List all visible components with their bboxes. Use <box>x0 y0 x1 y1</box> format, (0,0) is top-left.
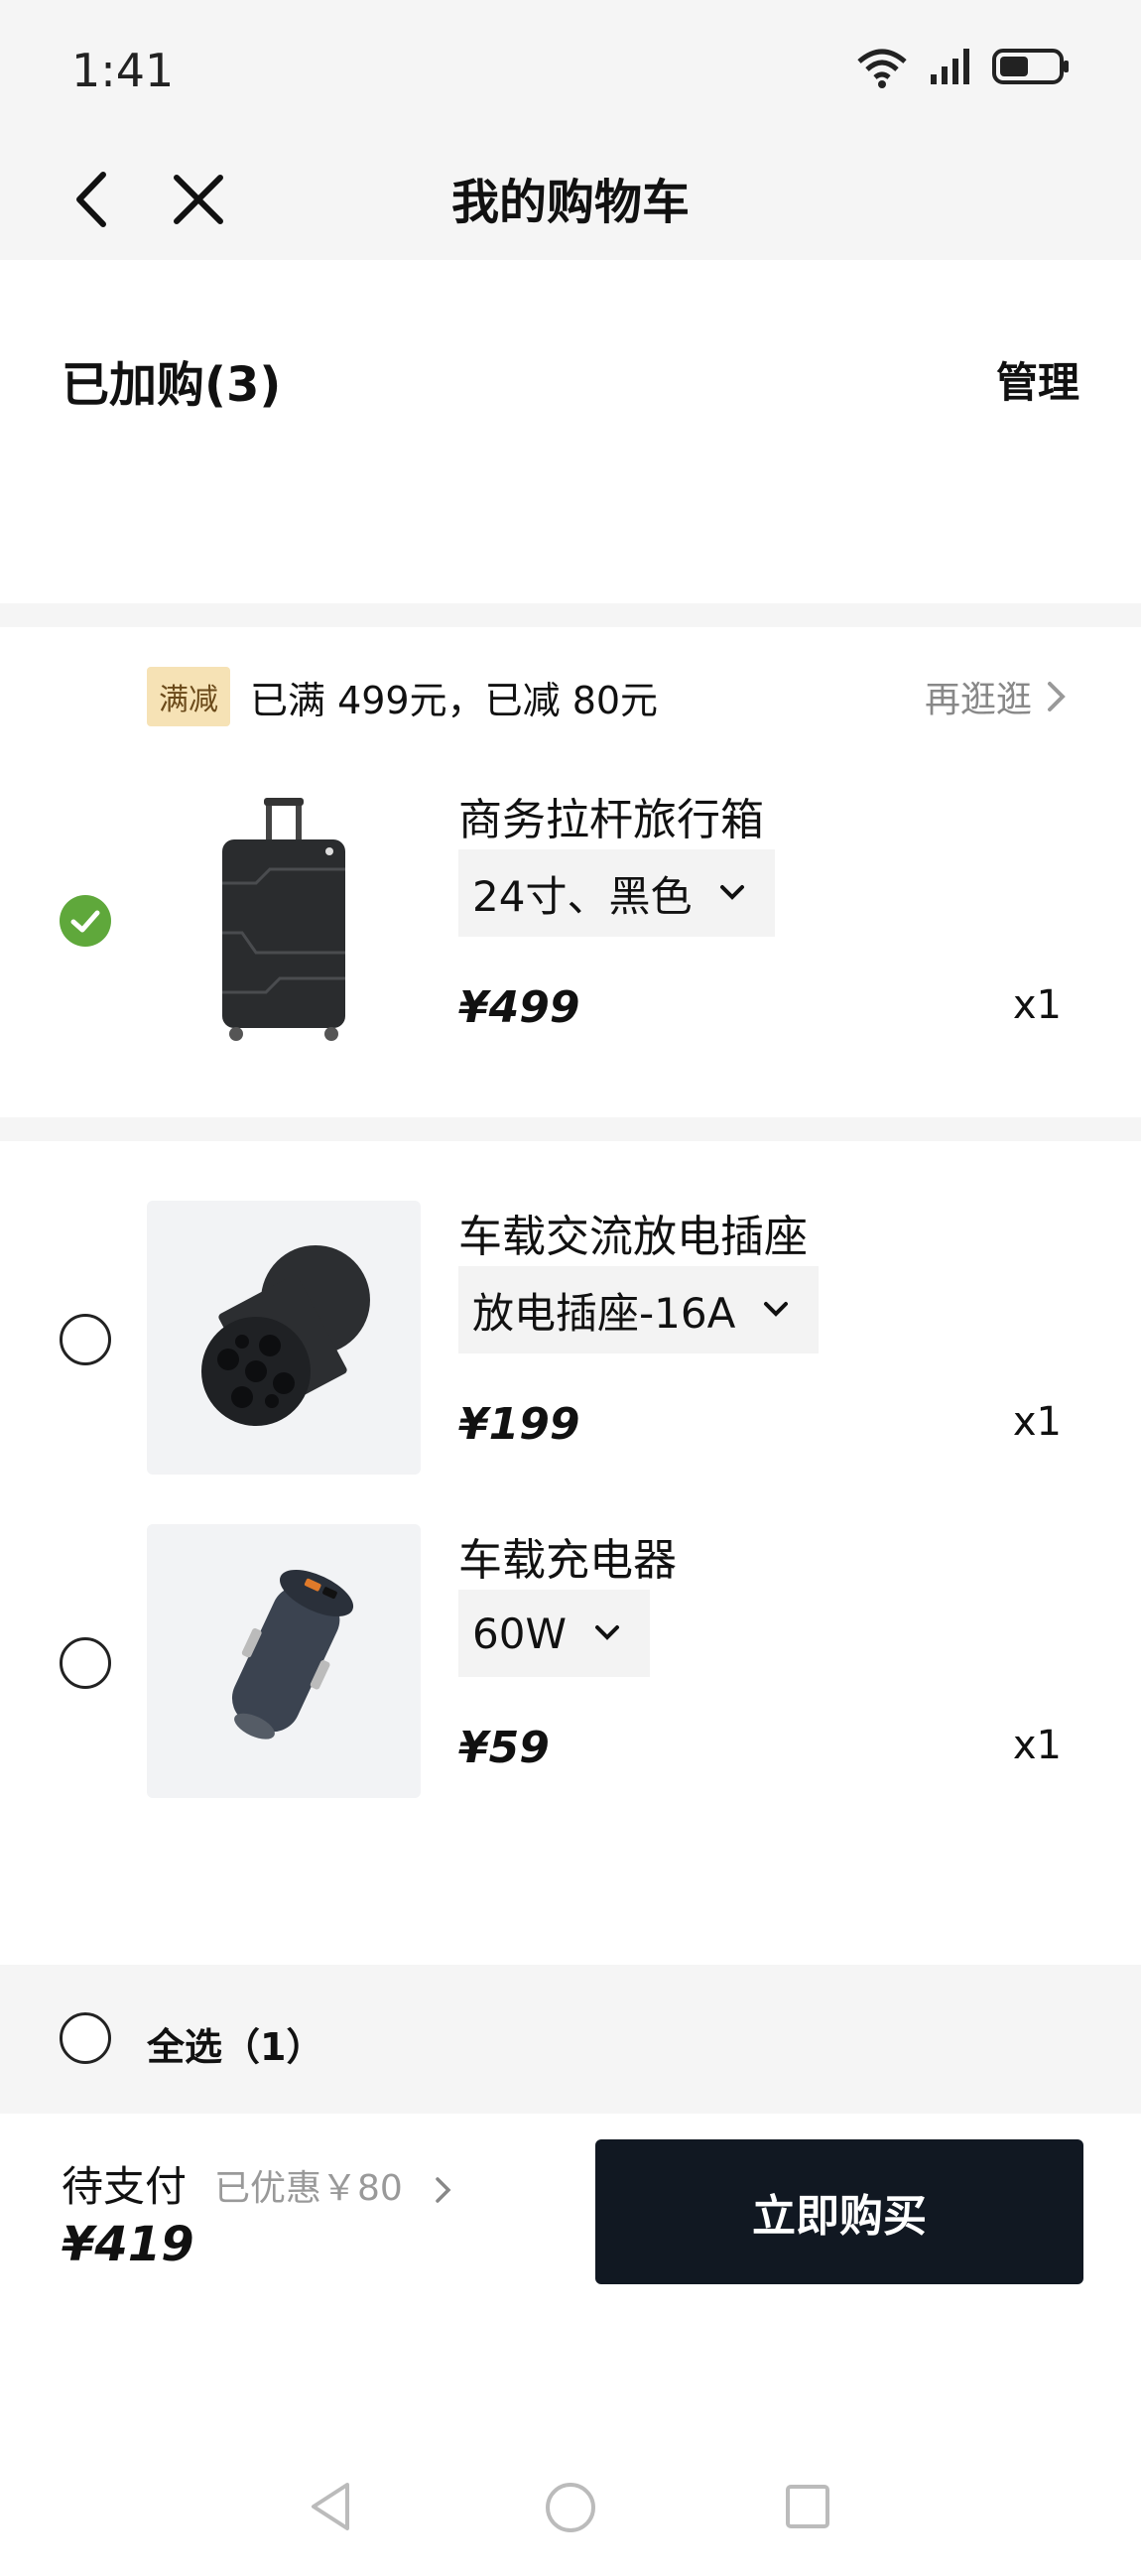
select-all-bar: 全选（1） <box>0 1965 1141 2114</box>
discount-label: 已优惠￥80 <box>214 2168 403 2209</box>
item-quantity[interactable]: x1 <box>1013 982 1062 1028</box>
spec-label: 放电插座-16A <box>472 1288 736 1338</box>
payment-bar: 待支付 已优惠￥80 ¥419 立即购买 <box>0 2114 1141 2411</box>
nav-bar: 我的购物车 <box>0 139 1141 260</box>
status-icons <box>853 44 1072 89</box>
item-price: ¥499 <box>458 982 580 1033</box>
pay-label: 待支付 <box>62 2162 188 2211</box>
section-divider <box>0 603 1141 627</box>
cart-count-label: 已加购(3) <box>62 357 282 413</box>
cart-item-socket: 车载交流放电插座 放电插座-16A ¥199 x1 <box>0 1201 1141 1488</box>
cart-header: 已加购(3) 管理 <box>0 260 1141 603</box>
discount-detail-link[interactable]: 已优惠￥80 <box>214 2159 453 2211</box>
spec-selector[interactable]: 放电插座-16A <box>458 1266 820 1353</box>
chevron-right-icon <box>436 2177 451 2203</box>
check-icon <box>70 910 100 933</box>
battery-icon <box>992 49 1069 84</box>
item-price: ¥199 <box>458 1399 580 1450</box>
buy-now-button[interactable]: 立即购买 <box>595 2139 1083 2284</box>
item-price: ¥59 <box>458 1723 550 1773</box>
promo-badge: 满减 <box>147 667 230 726</box>
item-name[interactable]: 车载充电器 <box>458 1524 677 1588</box>
item-quantity[interactable]: x1 <box>1013 1723 1062 1768</box>
nav-recents-icon[interactable] <box>784 2483 831 2530</box>
chevron-down-icon <box>764 1302 789 1317</box>
spec-label: 24寸、黑色 <box>472 871 693 921</box>
system-nav-bar <box>0 2451 1141 2576</box>
page-title: 我的购物车 <box>450 175 690 230</box>
cart-item-suitcase: 商务拉杆旅行箱 24寸、黑色 ¥499 x1 <box>0 784 1141 1072</box>
status-time: 1:41 <box>71 44 175 97</box>
continue-shopping-label: 再逛逛 <box>924 680 1032 720</box>
promo-banner: 满减 已满 499元，已减 80元 <box>147 667 658 726</box>
product-image-socket[interactable] <box>147 1201 421 1475</box>
wifi-icon <box>857 49 907 88</box>
item-checkbox[interactable] <box>60 1637 111 1689</box>
select-all-checkbox[interactable] <box>60 2012 111 2064</box>
continue-shopping-link[interactable]: 再逛逛 <box>925 671 1068 722</box>
pay-total: ¥419 <box>62 2217 194 2272</box>
chevron-down-icon <box>594 1625 619 1640</box>
signal-icon <box>931 49 969 84</box>
cart-item-charger: 车载充电器 60W ¥59 x1 <box>0 1524 1141 1812</box>
manage-button[interactable]: 管理 <box>996 349 1079 410</box>
select-all-label[interactable]: 全选（1） <box>147 2016 323 2071</box>
item-checkbox[interactable] <box>60 1314 111 1365</box>
chevron-down-icon <box>720 885 745 900</box>
spec-label: 60W <box>472 1609 567 1658</box>
chevron-right-icon <box>1048 682 1066 711</box>
product-image-suitcase[interactable] <box>147 784 421 1058</box>
spec-selector[interactable]: 24寸、黑色 <box>458 849 776 937</box>
item-name[interactable]: 车载交流放电插座 <box>458 1201 808 1264</box>
promo-text: 已满 499元，已减 80元 <box>250 678 659 722</box>
status-bar: 1:41 <box>0 0 1141 139</box>
item-name[interactable]: 商务拉杆旅行箱 <box>458 784 764 847</box>
nav-home-icon[interactable] <box>544 2481 597 2534</box>
product-image-charger[interactable] <box>147 1524 421 1798</box>
nav-back-icon[interactable] <box>306 2479 355 2534</box>
item-quantity[interactable]: x1 <box>1013 1399 1062 1445</box>
spec-selector[interactable]: 60W <box>458 1590 650 1677</box>
item-checkbox-checked[interactable] <box>60 895 111 947</box>
section-divider <box>0 1117 1141 1141</box>
